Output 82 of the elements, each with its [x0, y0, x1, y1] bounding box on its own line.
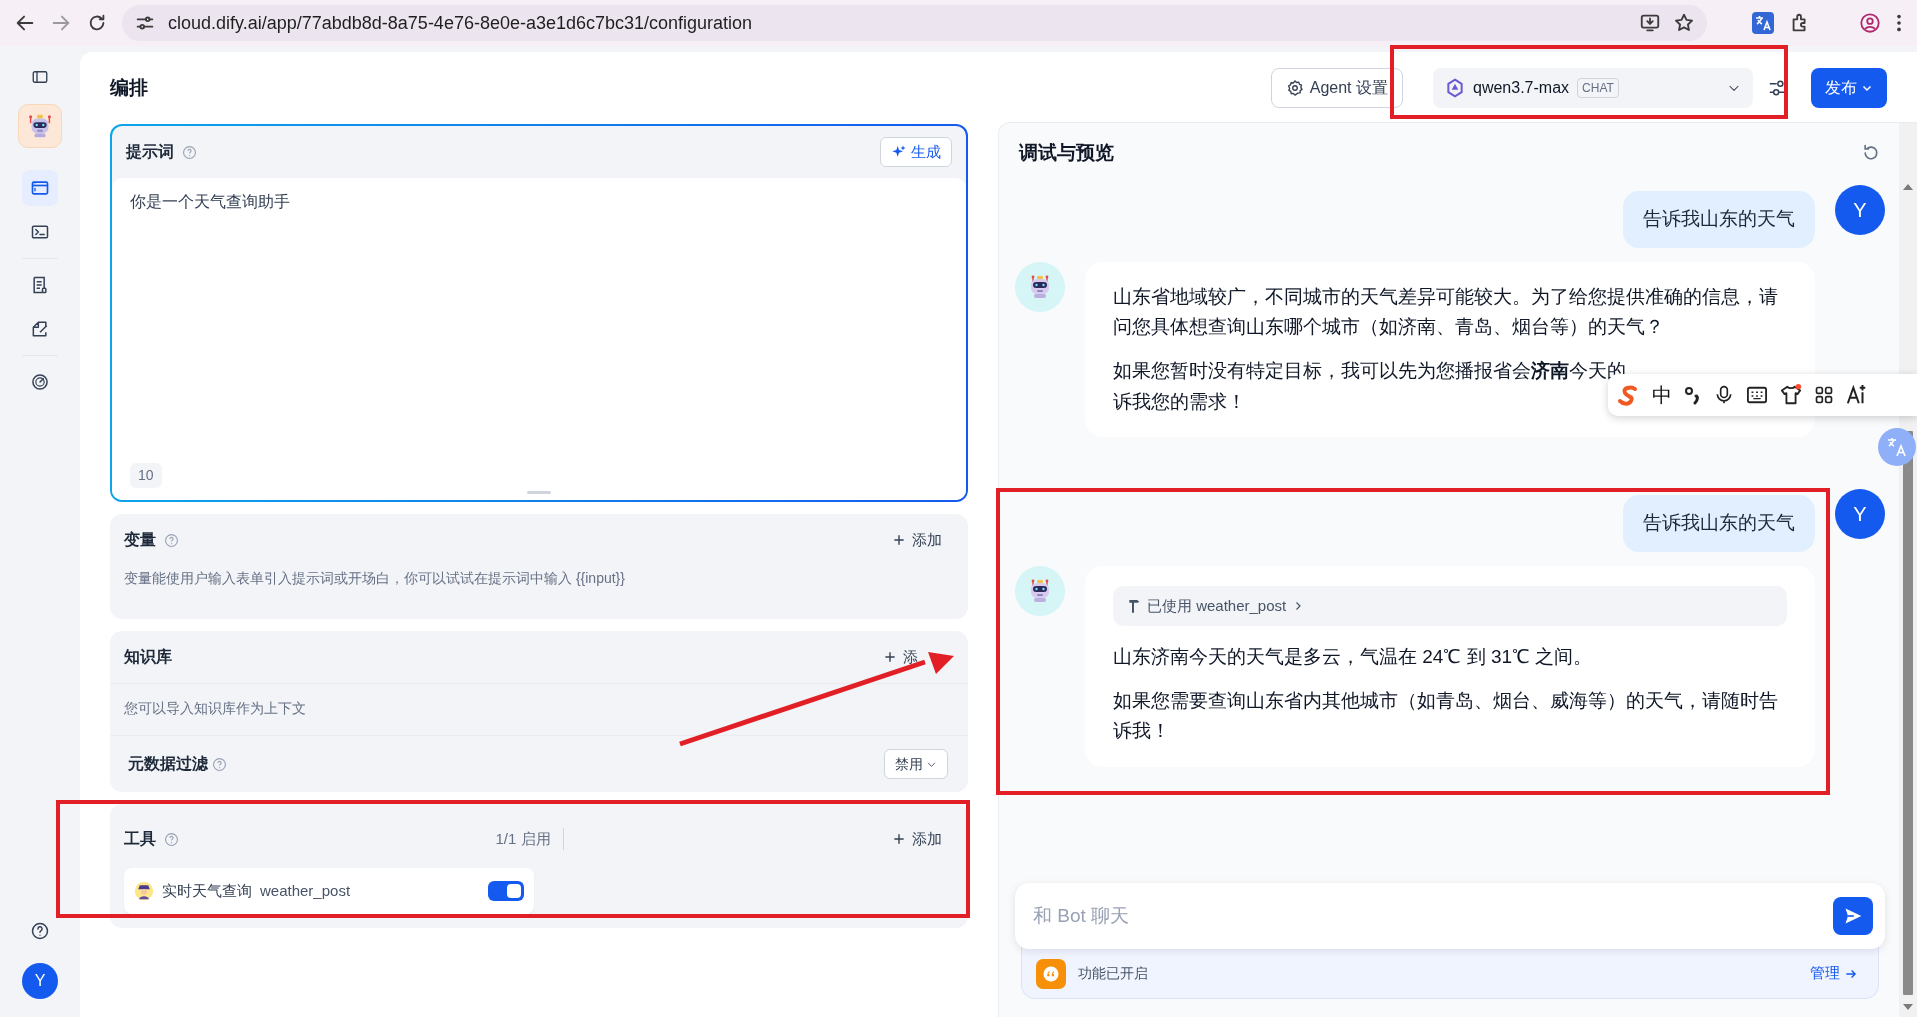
filter-label: 元数据过滤 — [128, 754, 208, 774]
app-icon[interactable] — [18, 104, 62, 148]
model-logo-icon — [1445, 78, 1465, 98]
toggle-switch[interactable] — [488, 881, 524, 901]
chat-input-field[interactable]: 和 Bot 聊天 — [1015, 883, 1885, 949]
user-avatar: Y — [1835, 489, 1885, 540]
help-icon — [164, 532, 179, 548]
send-button[interactable] — [1833, 897, 1873, 935]
translate-icon — [1885, 435, 1909, 459]
scroll-up-icon[interactable] — [1902, 183, 1914, 191]
hint-text: 变量能使用户输入表单引入提示词或开场白，你可以试试在提示词中输入 {{input}} — [123, 569, 626, 588]
manage-link[interactable]: 管理 — [1804, 961, 1864, 986]
grid-icon[interactable] — [1814, 385, 1834, 405]
ime-logo-icon[interactable] — [1616, 383, 1640, 407]
model-params-icon[interactable] — [1767, 78, 1787, 98]
ai-tools-icon[interactable] — [1846, 384, 1868, 406]
add-button[interactable]: 添 — [871, 645, 954, 669]
features-label: 功能已开启 — [1078, 964, 1148, 983]
publish-button[interactable]: 发布 — [1811, 68, 1887, 108]
hint-text: 您可以导入知识库作为上下文 — [110, 683, 968, 736]
document-icon — [30, 275, 50, 295]
agent-settings-button[interactable]: Agent 设置 — [1270, 68, 1403, 108]
detective-icon — [134, 881, 154, 901]
help-icon — [182, 144, 197, 160]
section-title: 变量 — [124, 530, 156, 550]
user-message: 告诉我山东的天气 — [1623, 495, 1815, 552]
menu-icon[interactable] — [1895, 12, 1903, 34]
gauge-icon — [30, 372, 50, 392]
plus-icon — [883, 650, 897, 664]
plus-icon — [892, 832, 906, 846]
gear-icon — [1285, 79, 1304, 97]
message-text: 诉我您的需求！ — [1113, 389, 1246, 414]
input-mode-toggle[interactable]: 中 — [1652, 380, 1672, 410]
scroll-down-icon[interactable] — [1902, 1003, 1914, 1011]
tool-call-chip[interactable]: 已使用 weather_post — [1113, 585, 1787, 626]
user-message: 告诉我山东的天气 — [1623, 191, 1815, 248]
window-icon — [30, 178, 50, 198]
shirt-icon[interactable] — [1780, 384, 1802, 406]
install-icon[interactable] — [1639, 12, 1661, 34]
translate-icon[interactable] — [1751, 11, 1775, 35]
message-text: 山东省地域较广，不同城市的天气差异可能较大。为了给您提供准确的信息，请问您具体想查询山东哪个城市（如济南、青岛、烟台等）的天气？ — [1113, 284, 1779, 339]
terminal-icon — [30, 222, 50, 242]
edit-note-icon — [30, 319, 50, 339]
send-icon — [1843, 906, 1863, 926]
section-title: 工具 — [124, 829, 156, 849]
prompt-text[interactable]: 你是一个天气查询助手 — [130, 190, 948, 214]
page-title: 编排 — [110, 75, 148, 100]
message-text: 山东济南今天的天气是多云，气温在 24℃ 到 31℃ 之间。 — [1113, 644, 1593, 669]
filter-dropdown[interactable]: 禁用 — [884, 749, 948, 779]
user-avatar: Y — [1835, 185, 1885, 235]
panel-title: 调试与预览 — [1019, 140, 1114, 165]
hammer-icon — [1127, 597, 1141, 614]
user-avatar[interactable]: Y — [22, 963, 58, 999]
sidebar-toggle-icon[interactable] — [31, 68, 49, 86]
section-title: 知识库 — [124, 647, 172, 667]
message-text: 如果您需要查询山东省内其他城市（如青岛、烟台、威海等）的天气，请随时告诉我！ — [1113, 688, 1779, 744]
model-selector[interactable]: qwen3.7-max CHAT — [1433, 68, 1753, 108]
help-icon — [212, 756, 227, 772]
section-title: 提示词 — [126, 142, 174, 162]
help-icon[interactable] — [30, 921, 50, 941]
add-button[interactable]: 添加 — [880, 827, 954, 851]
chat-input[interactable]: 和 Bot 聊天 — [1031, 900, 1833, 932]
keyboard-icon[interactable] — [1746, 385, 1768, 405]
microphone-icon[interactable] — [1714, 384, 1734, 406]
tool-id: weather_post — [260, 880, 351, 901]
mode-tag: CHAT — [1577, 78, 1619, 98]
plus-icon — [892, 533, 906, 547]
star-icon[interactable] — [1673, 12, 1695, 34]
generate-button[interactable]: 生成 — [880, 137, 952, 167]
scrollbar[interactable] — [1899, 123, 1917, 1017]
model-name: qwen3.7-max — [1473, 78, 1570, 98]
tool-name: 实时天气查询 — [162, 880, 252, 901]
character-count: 10 — [130, 463, 162, 488]
punctuation-icon[interactable] — [1684, 385, 1702, 405]
help-icon — [164, 831, 179, 847]
tool-count: 1/1 启用 — [495, 827, 564, 851]
profile-icon[interactable] — [1859, 12, 1881, 34]
tool-item[interactable]: 实时天气查询 weather_post — [124, 868, 534, 914]
restart-icon[interactable] — [1861, 143, 1881, 163]
window-nav-button[interactable] — [22, 170, 58, 206]
resize-handle[interactable] — [527, 491, 551, 494]
add-button[interactable]: 添加 — [880, 528, 954, 552]
